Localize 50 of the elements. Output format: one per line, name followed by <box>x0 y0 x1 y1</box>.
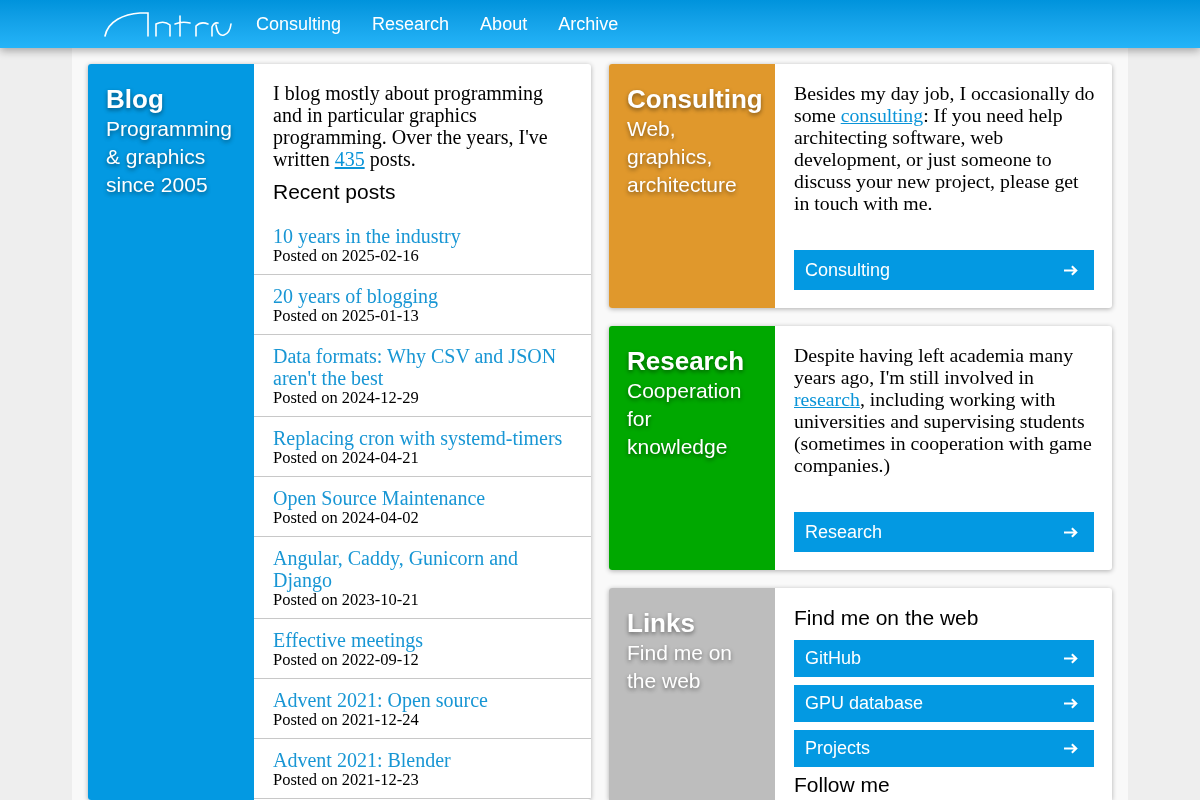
inline-link[interactable]: research <box>794 388 860 410</box>
card-subtitle: Programming & graphics since 2005 <box>106 116 234 198</box>
post-date: Posted on 2023-10-21 <box>273 591 419 609</box>
post-link[interactable]: Open Source Maintenance <box>273 487 486 509</box>
section-text: Despite having left academia many years ago, I'm still involved in research, including working with universities and supervising students (sometimes in cooperation with game companies.) <box>794 344 1093 476</box>
post-link[interactable]: Replacing cron with systemd-timers <box>273 427 563 449</box>
post-date: Posted on 2021-12-23 <box>273 771 419 789</box>
post-date: Posted on 2022-09-12 <box>273 651 419 669</box>
post-link[interactable]: Advent 2021: Open source <box>273 689 488 711</box>
inline-link[interactable]: consulting <box>840 104 924 126</box>
section-heading: Follow me <box>794 773 890 797</box>
link-button[interactable]: Research <box>794 512 1094 552</box>
nav-link[interactable]: Research <box>372 10 450 38</box>
section-heading: Find me on the web <box>794 606 979 630</box>
card-subtitle: Cooperation for knowledge <box>627 378 743 460</box>
logo[interactable] <box>104 11 232 37</box>
section-heading: Recent posts <box>273 179 396 205</box>
link-button[interactable]: GitHub <box>794 640 1094 677</box>
nav-link[interactable]: Consulting <box>256 10 342 38</box>
card-subtitle: Find me on the web <box>627 640 734 694</box>
post-link[interactable]: Angular, Caddy, Gunicorn and Django <box>273 547 573 591</box>
post-link[interactable]: Data formats: Why CSV and JSON aren't the best <box>273 345 573 389</box>
post-date: Posted on 2024-12-29 <box>273 389 419 407</box>
posts-count-link[interactable]: 435 <box>334 148 365 170</box>
card-title: Consulting <box>627 83 763 115</box>
post-link[interactable]: 10 years in the industry <box>273 225 461 247</box>
arrow-right-icon <box>1064 698 1078 709</box>
link-button[interactable]: GPU database <box>794 685 1094 722</box>
card-title: Research <box>627 345 745 377</box>
post-date: Posted on 2024-04-02 <box>273 509 419 527</box>
arrow-right-icon <box>1064 264 1078 276</box>
post-date: Posted on 2025-02-16 <box>273 247 419 265</box>
arrow-right-icon <box>1064 743 1078 754</box>
card-title: Blog <box>106 83 164 115</box>
section-text: Besides my day job, I occasionally do some consulting: If you need help architecting software, web development, or just someone to discuss your new project, please get in touch with me. <box>794 82 1096 214</box>
post-date: Posted on 2025-01-13 <box>273 307 419 325</box>
link-button[interactable]: Projects <box>794 730 1094 767</box>
post-date: Posted on 2021-12-24 <box>273 711 419 729</box>
post-link[interactable]: Advent 2021: Blender <box>273 749 451 771</box>
nav-link[interactable]: Archive <box>558 10 619 38</box>
card-title: Links <box>627 607 695 639</box>
post-link[interactable]: 20 years of blogging <box>273 285 438 307</box>
arrow-right-icon <box>1064 526 1078 538</box>
arrow-right-icon <box>1064 653 1078 664</box>
post-link[interactable]: Effective meetings <box>273 629 424 651</box>
nav-link[interactable]: About <box>480 10 528 38</box>
post-date: Posted on 2024-04-21 <box>273 449 419 467</box>
link-button[interactable]: Consulting <box>794 250 1094 290</box>
intro-text: I blog mostly about programming and in particular graphics programming. Over the years, I've written 435 posts. <box>273 82 549 170</box>
card-subtitle: Web, graphics, architecture <box>627 116 738 198</box>
